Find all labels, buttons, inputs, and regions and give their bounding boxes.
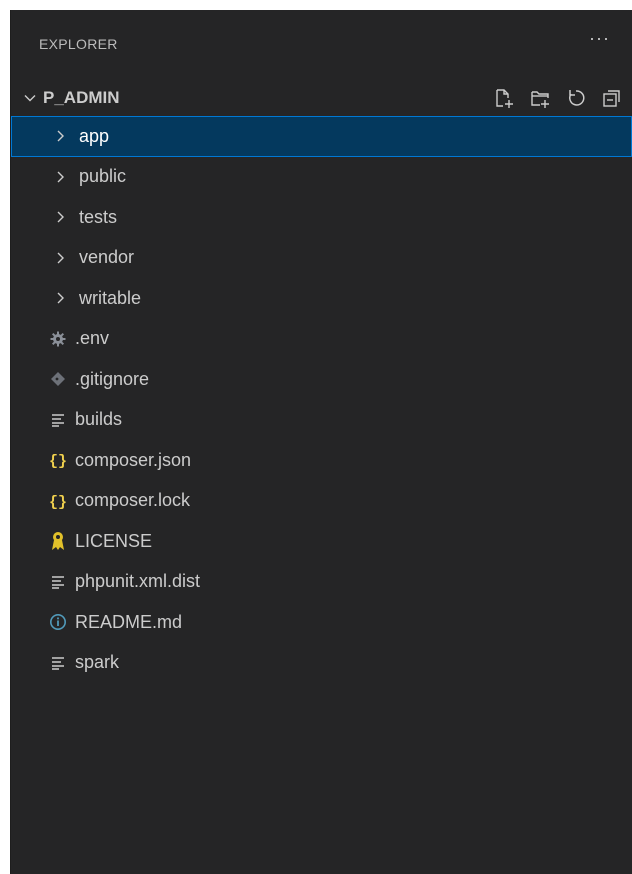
tree-item-label: LICENSE bbox=[75, 530, 153, 551]
new-file-icon[interactable] bbox=[490, 84, 518, 112]
file-item[interactable]: LICENSE bbox=[11, 521, 632, 562]
tree-item-label: public bbox=[79, 166, 127, 187]
chevron-right-icon bbox=[49, 291, 71, 305]
tree-item-label: composer.lock bbox=[75, 490, 191, 511]
section-actions bbox=[490, 80, 626, 116]
tree-item-label: app bbox=[79, 125, 110, 146]
explorer-header: EXPLORER ··· bbox=[11, 10, 632, 80]
info-icon bbox=[47, 613, 69, 631]
file-item[interactable]: README.md bbox=[11, 602, 632, 643]
folder-item[interactable]: vendor bbox=[11, 238, 632, 279]
file-item[interactable]: builds bbox=[11, 400, 632, 441]
license-ribbon-icon bbox=[47, 531, 69, 551]
more-actions-button[interactable]: ··· bbox=[589, 28, 610, 49]
chevron-right-icon bbox=[49, 251, 71, 265]
chevron-down-icon bbox=[19, 80, 41, 116]
file-item[interactable]: {} composer.lock bbox=[11, 481, 632, 522]
explorer-title: EXPLORER bbox=[39, 36, 118, 52]
tree-item-label: README.md bbox=[75, 611, 183, 632]
git-diamond-icon bbox=[47, 370, 69, 388]
svg-text:{}: {} bbox=[49, 453, 67, 469]
folder-item[interactable]: tests bbox=[11, 197, 632, 238]
text-lines-icon bbox=[47, 573, 69, 591]
file-item[interactable]: spark bbox=[11, 643, 632, 684]
file-tree: app public tests vendor writable .env .gitigno… bbox=[11, 116, 632, 683]
gear-icon bbox=[47, 330, 69, 348]
file-item[interactable]: .env bbox=[11, 319, 632, 360]
tree-item-label: spark bbox=[75, 652, 120, 673]
folder-item[interactable]: public bbox=[11, 157, 632, 198]
new-folder-icon[interactable] bbox=[526, 84, 554, 112]
json-braces-icon: {} bbox=[47, 492, 69, 510]
tree-item-label: builds bbox=[75, 409, 123, 430]
workspace-section-header[interactable]: P_ADMIN bbox=[11, 80, 632, 116]
tree-item-label: composer.json bbox=[75, 449, 192, 470]
file-item[interactable]: phpunit.xml.dist bbox=[11, 562, 632, 603]
file-item[interactable]: {} composer.json bbox=[11, 440, 632, 481]
chevron-right-icon bbox=[49, 129, 71, 143]
tree-item-label: vendor bbox=[79, 247, 135, 268]
file-item[interactable]: .gitignore bbox=[11, 359, 632, 400]
explorer-panel: EXPLORER ··· P_ADMIN app public tests ve… bbox=[10, 10, 632, 874]
chevron-right-icon bbox=[49, 170, 71, 184]
collapse-all-icon[interactable] bbox=[598, 84, 626, 112]
tree-item-label: tests bbox=[79, 206, 118, 227]
text-lines-icon bbox=[47, 411, 69, 429]
text-lines-icon bbox=[47, 654, 69, 672]
workspace-title: P_ADMIN bbox=[43, 88, 120, 107]
folder-item[interactable]: app bbox=[11, 116, 632, 157]
tree-item-label: .env bbox=[75, 328, 110, 349]
folder-item[interactable]: writable bbox=[11, 278, 632, 319]
tree-item-label: .gitignore bbox=[75, 368, 150, 389]
chevron-right-icon bbox=[49, 210, 71, 224]
json-braces-icon: {} bbox=[47, 451, 69, 469]
tree-item-label: phpunit.xml.dist bbox=[75, 571, 201, 592]
tree-item-label: writable bbox=[79, 287, 142, 308]
refresh-icon[interactable] bbox=[562, 84, 590, 112]
svg-text:{}: {} bbox=[49, 494, 67, 510]
